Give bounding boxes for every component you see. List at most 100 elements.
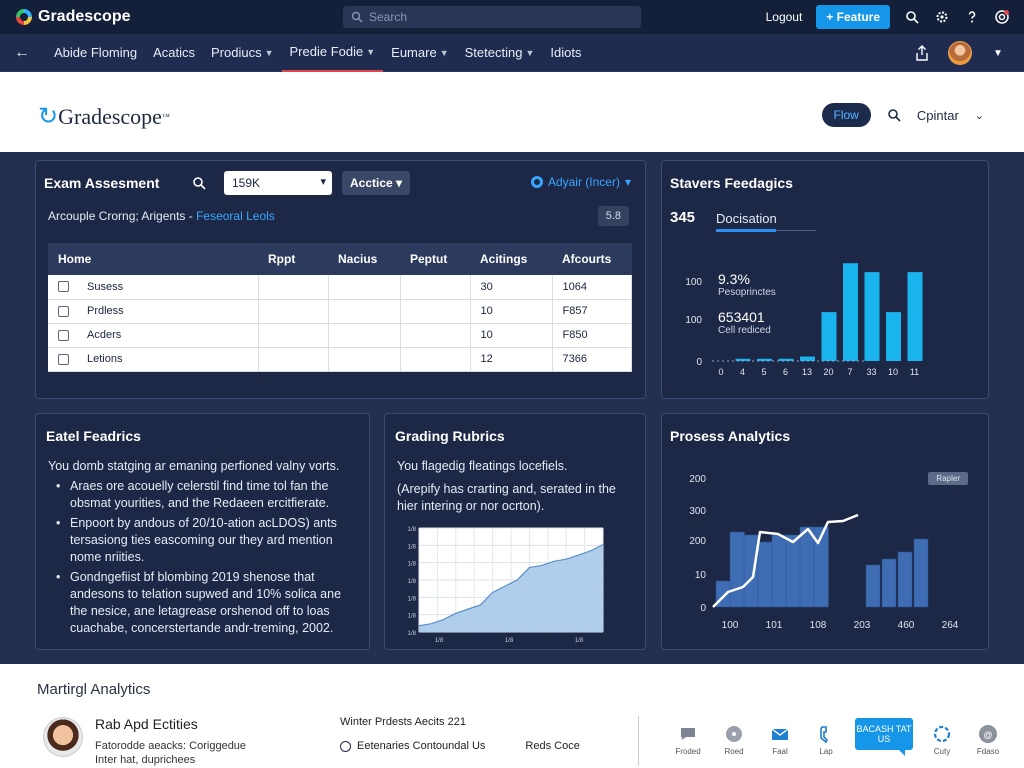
x-tick-label: 13 — [802, 367, 812, 377]
refresh-button[interactable]: Cuty — [924, 724, 960, 756]
nav-item[interactable]: Stetecting ▼ — [457, 34, 543, 72]
brand-name: Gradescope — [38, 8, 131, 25]
nav-item[interactable]: Idiots — [542, 34, 589, 72]
table-cell: F850 — [552, 323, 632, 348]
settings-icon[interactable] — [934, 9, 950, 25]
table-row[interactable]: Susess 30 1064 — [48, 275, 632, 300]
y-tick-label: 10 — [695, 570, 707, 581]
column-header[interactable]: Peptut — [400, 243, 470, 275]
row-checkbox[interactable] — [58, 281, 69, 293]
tab-docisation[interactable]: Docisation — [716, 211, 777, 226]
y-tick-label: 0 — [696, 357, 702, 368]
process-analytics-card: Prosess Analytics Rapler 200 300 200 10 0 100… — [661, 413, 989, 650]
nav-item[interactable]: Abide Floming — [46, 34, 145, 72]
flow-button[interactable]: Flow — [821, 103, 871, 127]
footer-option[interactable]: Eetenaries Contoundal Us — [340, 740, 485, 752]
row-checkbox[interactable] — [58, 353, 69, 365]
process-card-title: Prosess Analytics — [670, 428, 791, 444]
grading-rubrics-card: Grading Rubrics You flagedig fleatings l… — [384, 413, 646, 650]
back-arrow-icon[interactable]: ← — [14, 44, 32, 62]
disc-button[interactable]: Roed — [716, 724, 752, 756]
table-row[interactable]: Acders 10 F850 — [48, 323, 632, 348]
x-tick-label: 5 — [761, 367, 766, 377]
footer-secondary[interactable]: Reds Coce — [525, 740, 579, 752]
person-name[interactable]: Rab Apd Ectities — [95, 716, 198, 732]
x-tick-label: 108 — [810, 620, 827, 631]
action-dropdown-button[interactable]: Acctice ▾ — [342, 171, 411, 195]
brand[interactable]: Gradescope — [16, 8, 130, 26]
chat-button[interactable]: Froded — [670, 724, 706, 756]
row-name: Letions — [87, 353, 123, 365]
exam-size-select[interactable]: 159K — [224, 171, 332, 195]
row-checkbox[interactable] — [58, 329, 69, 341]
table-row[interactable]: Letions 12 7366 — [48, 347, 632, 372]
exam-subtitle-link[interactable]: Feseoral Leols — [196, 209, 275, 223]
person-description: Fatorodde aeacks: Coriggedue Inter hat, … — [95, 740, 247, 766]
notifications-icon[interactable] — [994, 9, 1010, 25]
footer-mid-title: Winter Prdests Aecits 221 — [340, 716, 466, 728]
search-icon[interactable] — [192, 176, 206, 190]
table-cell: 10 — [470, 299, 553, 324]
column-header[interactable]: Home — [48, 243, 258, 275]
nav-item[interactable]: Eumare ▼ — [383, 34, 456, 72]
assign-status-icon — [530, 176, 543, 188]
x-tick-label: 33 — [866, 367, 876, 377]
main-nav: ← Abide Floming Acatics Prodiucs ▼ Predie Fo… — [0, 34, 1024, 72]
chevron-down-icon: ▼ — [264, 47, 274, 58]
exam-subtitle: Arcouple Crorng; Arigents - Feseoral Leo… — [48, 209, 275, 223]
share-icon[interactable] — [914, 45, 930, 61]
column-header[interactable]: Acitings — [470, 243, 552, 275]
table-row[interactable]: Prdless 10 F857 — [48, 299, 632, 324]
column-header[interactable]: Afcourts — [552, 243, 632, 275]
column-header[interactable]: Rppt — [258, 243, 328, 275]
tab-active-indicator — [716, 229, 776, 232]
nav-item-label: Idiots — [550, 45, 582, 60]
rubrics-line-1: You flagedig fleatings locefiels. — [397, 459, 568, 473]
x-tick-label: 11 — [910, 367, 919, 377]
y-tick-label: 1/8 — [408, 579, 417, 585]
x-tick-label: 1/8 — [435, 638, 444, 642]
phone-icon — [820, 726, 828, 744]
search-placeholder: Search — [369, 10, 408, 24]
table-cell: Prdless — [48, 299, 259, 324]
search-input[interactable]: Search — [343, 6, 641, 28]
contact-us-button[interactable]: BACASH TAT US — [854, 718, 914, 756]
phone-button[interactable]: Lap — [808, 724, 844, 756]
search-icon[interactable] — [887, 108, 901, 122]
assign-dropdown[interactable]: Adyair (Incer) ▾ — [530, 175, 631, 189]
bar — [881, 558, 897, 608]
cpintar-menu[interactable]: Cpintar — [917, 108, 959, 123]
person-avatar[interactable] — [43, 717, 83, 757]
users-button[interactable]: @ Fdaso — [970, 724, 1006, 756]
table-cell: 30 — [470, 275, 553, 300]
feedback-card: Stavers Feedagics 345 Docisation 9.3% Pe… — [661, 160, 989, 399]
x-tick-label: 4 — [740, 367, 745, 377]
nav-item[interactable]: Predie Fodie ▼ — [281, 34, 384, 72]
chevron-down-icon: ▼ — [439, 47, 449, 58]
column-header[interactable]: Nacius — [328, 243, 400, 275]
footer-actions: Froded Roed Faal Lap BACASH TAT US Cuty … — [670, 718, 1006, 756]
table-cell — [328, 347, 401, 372]
list-item: Araes ore acouelly celerstil find time t… — [48, 478, 360, 512]
y-tick-label: 1/8 — [408, 562, 417, 568]
rubrics-body: You flagedig fleatings locefiels. (Arepi… — [397, 458, 637, 515]
y-tick-label: 1/8 — [408, 596, 417, 602]
header-logo[interactable]: ↻ Gradescope ™ — [38, 102, 170, 131]
mail-icon — [771, 728, 789, 740]
nav-item[interactable]: Acatics — [145, 34, 203, 72]
add-feature-button[interactable]: + Feature — [816, 5, 890, 29]
help-icon[interactable] — [964, 9, 980, 25]
nav-item[interactable]: Prodiucs ▼ — [203, 34, 282, 72]
y-tick-label: 300 — [689, 506, 706, 517]
list-item: Gondngefiist bf blombing 2019 shenose th… — [48, 569, 360, 637]
chevron-down-icon[interactable]: ⌄ — [975, 109, 984, 122]
search-icon[interactable] — [904, 9, 920, 25]
mail-button[interactable]: Faal — [762, 724, 798, 756]
logout-link[interactable]: Logout — [766, 10, 803, 24]
chevron-down-icon[interactable]: ▼ — [990, 45, 1006, 61]
row-checkbox[interactable] — [58, 305, 69, 317]
dashboard-workspace: Exam Assesment 159K Acctice ▾ Adyair (In… — [0, 152, 1024, 664]
user-avatar[interactable] — [948, 41, 972, 65]
table-cell — [328, 299, 401, 324]
bar — [743, 534, 759, 608]
